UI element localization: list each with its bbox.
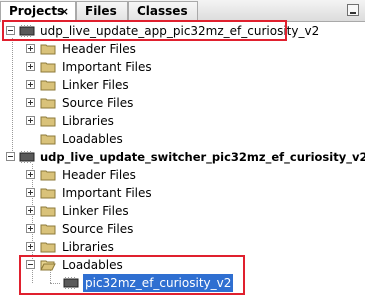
folder-icon: [40, 116, 56, 127]
expand-icon[interactable]: [26, 44, 35, 53]
tree-item-header-files[interactable]: Header Files: [0, 40, 300, 58]
tree-item-libraries[interactable]: Libraries: [0, 112, 300, 130]
tree-item-important-files[interactable]: Important Files: [0, 184, 300, 202]
expand-icon[interactable]: [26, 224, 35, 233]
folder-icon: [40, 242, 56, 253]
tree-item-libraries[interactable]: Libraries: [0, 238, 300, 256]
tree-item-label: Linker Files: [62, 78, 129, 92]
tree-item-label: Header Files: [62, 168, 136, 182]
tab-files[interactable]: Files: [76, 1, 128, 20]
chip-project-icon: [19, 151, 35, 163]
folder-icon: [40, 206, 56, 217]
tree-item-label: Loadables: [62, 132, 123, 146]
tree-item-linker-files[interactable]: Linker Files: [0, 202, 300, 220]
tree-item-source-files[interactable]: Source Files: [0, 94, 300, 112]
collapse-icon[interactable]: [6, 152, 15, 161]
tab-classes[interactable]: Classes: [128, 1, 198, 20]
tree-item-label: Libraries: [62, 114, 114, 128]
folder-icon: [40, 224, 56, 235]
expand-icon[interactable]: [26, 188, 35, 197]
highlight-box-loadables: [19, 255, 245, 295]
tab-classes-label: Classes: [137, 4, 188, 18]
folder-icon: [40, 62, 56, 73]
tree-item-important-files[interactable]: Important Files: [0, 58, 300, 76]
minimize-window-icon[interactable]: [347, 4, 359, 16]
highlight-box-app-project: [2, 20, 287, 41]
tree-item-label: Important Files: [62, 60, 152, 74]
folder-icon: [40, 44, 56, 55]
tree-item-source-files[interactable]: Source Files: [0, 220, 300, 238]
expand-icon[interactable]: [26, 80, 35, 89]
folder-icon: [40, 134, 56, 145]
tree-item-loadables[interactable]: Loadables: [0, 130, 300, 148]
folder-icon: [40, 98, 56, 109]
project-node-switcher[interactable]: udp_live_update_switcher_pic32mz_ef_curi…: [0, 148, 365, 166]
tree-item-label: Source Files: [62, 96, 134, 110]
folder-icon: [40, 80, 56, 91]
tree-item-header-files[interactable]: Header Files: [0, 166, 300, 184]
expand-icon[interactable]: [26, 170, 35, 179]
tab-projects[interactable]: Projects ×: [0, 1, 76, 22]
tab-projects-label: Projects: [9, 4, 65, 18]
panel-tab-bar: Projects × Files Classes: [0, 0, 365, 22]
tree-item-label: Header Files: [62, 42, 136, 56]
expand-icon[interactable]: [26, 116, 35, 125]
expand-icon[interactable]: [26, 98, 35, 107]
expand-icon[interactable]: [26, 242, 35, 251]
tree-item-label: Source Files: [62, 222, 134, 236]
close-icon[interactable]: ×: [60, 2, 69, 21]
tree-item-linker-files[interactable]: Linker Files: [0, 76, 300, 94]
folder-icon: [40, 188, 56, 199]
tab-files-label: Files: [85, 4, 117, 18]
expand-icon[interactable]: [26, 206, 35, 215]
project-switcher-label: udp_live_update_switcher_pic32mz_ef_curi…: [40, 150, 365, 164]
tree-item-label: Important Files: [62, 186, 152, 200]
expand-icon[interactable]: [26, 62, 35, 71]
tree-item-label: Linker Files: [62, 204, 129, 218]
tree-item-label: Libraries: [62, 240, 114, 254]
project-tree: udp_live_update_app_pic32mz_ef_curiosity…: [0, 20, 365, 300]
folder-icon: [40, 170, 56, 181]
